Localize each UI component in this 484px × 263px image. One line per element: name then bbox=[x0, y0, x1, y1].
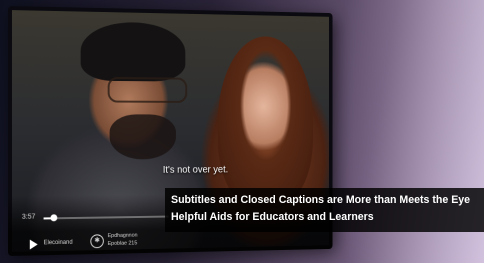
man-hair bbox=[80, 21, 186, 82]
headline-banner: Subtitles and Closed Captions are More t… bbox=[165, 188, 484, 232]
episode-meta-line-1: Epdhagnnon bbox=[107, 232, 138, 240]
man-beard bbox=[109, 114, 176, 160]
play-icon[interactable] bbox=[29, 239, 38, 250]
elapsed-time: 3:57 bbox=[21, 213, 36, 221]
on-screen-subtitle: It's not over yet. bbox=[162, 164, 229, 176]
control-label: Elecoinand bbox=[43, 239, 73, 247]
headline-line-1: Subtitles and Closed Captions are More t… bbox=[171, 194, 471, 206]
man-glasses bbox=[107, 76, 188, 103]
woman-hair bbox=[217, 35, 314, 210]
episode-meta-line-2: Epoblae 215 bbox=[107, 240, 138, 247]
headline-line-2: Helpful Aids for Educators and Learners bbox=[171, 211, 374, 223]
scene: It's not over yet. 3:57 Elecoinand ✱ Epd… bbox=[0, 0, 484, 263]
